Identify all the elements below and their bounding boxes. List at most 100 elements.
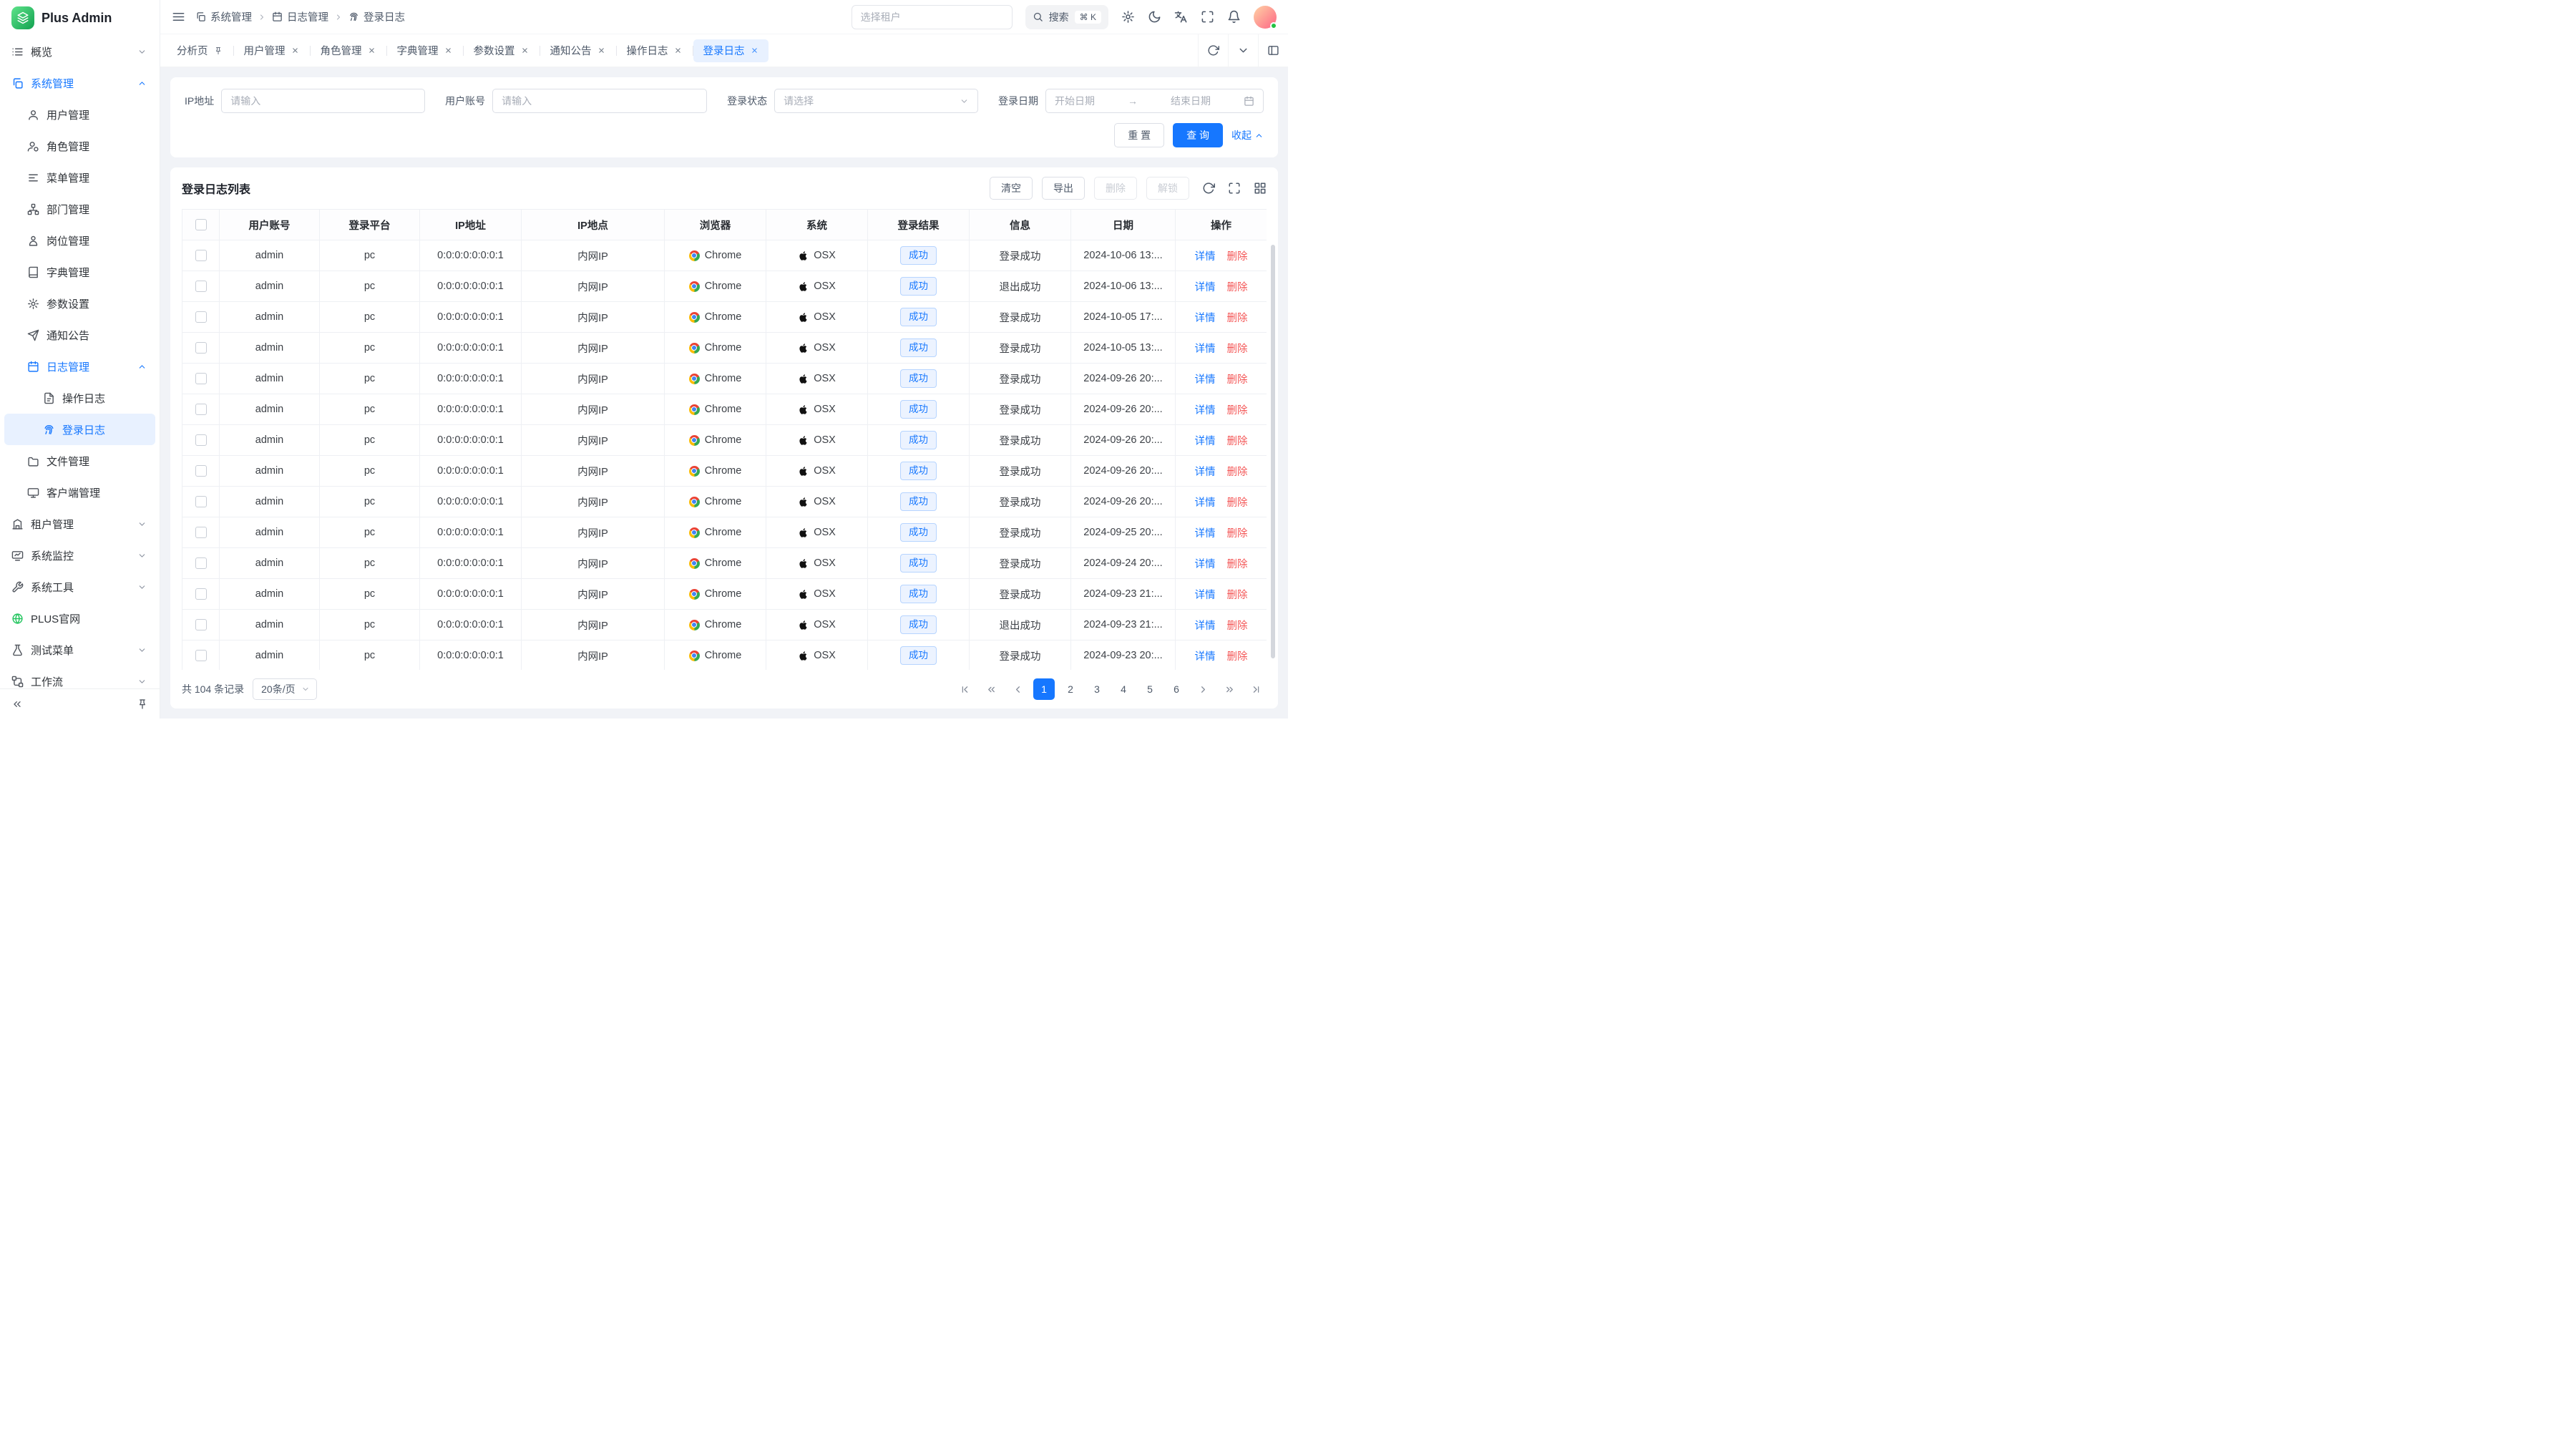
sidebar-item[interactable]: 岗位管理: [4, 225, 155, 256]
sidebar-item[interactable]: PLUS官网: [4, 603, 155, 634]
delete-link[interactable]: 删除: [1227, 528, 1248, 540]
detail-link[interactable]: 详情: [1195, 467, 1216, 478]
tab-item[interactable]: 登录日志: [693, 39, 769, 62]
row-checkbox[interactable]: [195, 527, 207, 538]
sidebar-item[interactable]: 角色管理: [4, 130, 155, 162]
layout-panel-icon[interactable]: [1258, 34, 1288, 67]
delete-link[interactable]: 删除: [1227, 559, 1248, 570]
tab-item[interactable]: 分析页: [167, 39, 233, 62]
sidebar-item[interactable]: 日志管理: [4, 351, 155, 382]
detail-link[interactable]: 详情: [1195, 251, 1216, 263]
next-page-button[interactable]: [1192, 678, 1214, 700]
settings-gear-icon[interactable]: [1121, 10, 1135, 24]
account-input[interactable]: 请输入: [492, 89, 707, 113]
hamburger-menu-icon[interactable]: [172, 10, 185, 24]
row-checkbox[interactable]: [195, 619, 207, 630]
tab-item[interactable]: 用户管理: [234, 39, 309, 62]
row-checkbox[interactable]: [195, 588, 207, 600]
logo[interactable]: Plus Admin: [0, 0, 160, 36]
translate-icon[interactable]: [1174, 10, 1188, 24]
first-page-button[interactable]: [954, 678, 975, 700]
page-button[interactable]: 3: [1086, 678, 1108, 700]
delete-link[interactable]: 删除: [1227, 620, 1248, 632]
collapse-filter-link[interactable]: 收起: [1231, 128, 1264, 142]
table-scrollbar[interactable]: [1271, 245, 1275, 658]
unlock-button[interactable]: 解锁: [1146, 177, 1189, 200]
sidebar-item[interactable]: 文件管理: [4, 445, 155, 477]
close-tab-icon[interactable]: [751, 47, 758, 54]
row-checkbox[interactable]: [195, 557, 207, 569]
tab-menu-chevron-icon[interactable]: [1228, 34, 1258, 67]
pin-sidebar-icon[interactable]: [137, 698, 148, 710]
close-tab-icon[interactable]: [291, 47, 299, 54]
row-checkbox[interactable]: [195, 465, 207, 477]
detail-link[interactable]: 详情: [1195, 344, 1216, 355]
tab-item[interactable]: 参数设置: [464, 39, 539, 62]
ip-input[interactable]: 请输入: [221, 89, 425, 113]
breadcrumb-item[interactable]: 系统管理: [195, 9, 252, 24]
tab-item[interactable]: 操作日志: [617, 39, 692, 62]
sidebar-item[interactable]: 登录日志: [4, 414, 155, 445]
delete-link[interactable]: 删除: [1227, 590, 1248, 601]
reset-button[interactable]: 重 置: [1114, 123, 1164, 147]
global-search-button[interactable]: 搜索 ⌘ K: [1025, 5, 1108, 29]
tab-item[interactable]: 角色管理: [311, 39, 386, 62]
delete-link[interactable]: 删除: [1227, 282, 1248, 293]
row-checkbox[interactable]: [195, 434, 207, 446]
row-checkbox[interactable]: [195, 650, 207, 661]
sidebar-item[interactable]: 部门管理: [4, 193, 155, 225]
next-pages-button[interactable]: [1219, 678, 1240, 700]
column-settings-icon[interactable]: [1254, 182, 1267, 195]
sidebar-item[interactable]: 系统管理: [4, 67, 155, 99]
clear-button[interactable]: 清空: [990, 177, 1033, 200]
row-checkbox[interactable]: [195, 496, 207, 507]
sidebar-item[interactable]: 系统监控: [4, 540, 155, 571]
row-checkbox[interactable]: [195, 373, 207, 384]
page-button[interactable]: 6: [1166, 678, 1187, 700]
page-button[interactable]: 4: [1113, 678, 1134, 700]
sidebar-item[interactable]: 系统工具: [4, 571, 155, 603]
sidebar-item[interactable]: 参数设置: [4, 288, 155, 319]
sidebar-item[interactable]: 客户端管理: [4, 477, 155, 508]
collapse-sidebar-icon[interactable]: [11, 698, 23, 710]
sidebar-item[interactable]: 通知公告: [4, 319, 155, 351]
detail-link[interactable]: 详情: [1195, 313, 1216, 324]
delete-link[interactable]: 删除: [1227, 344, 1248, 355]
detail-link[interactable]: 详情: [1195, 497, 1216, 509]
detail-link[interactable]: 详情: [1195, 528, 1216, 540]
fullscreen-icon[interactable]: [1201, 10, 1214, 24]
tab-item[interactable]: 字典管理: [387, 39, 462, 62]
page-button[interactable]: 1: [1033, 678, 1055, 700]
sidebar-item[interactable]: 概览: [4, 36, 155, 67]
breadcrumb-item[interactable]: 日志管理: [272, 9, 328, 24]
prev-pages-button[interactable]: [980, 678, 1002, 700]
delete-link[interactable]: 删除: [1227, 405, 1248, 417]
detail-link[interactable]: 详情: [1195, 405, 1216, 417]
sidebar-item[interactable]: 租户管理: [4, 508, 155, 540]
tab-item[interactable]: 通知公告: [540, 39, 615, 62]
user-avatar[interactable]: [1254, 6, 1277, 29]
refresh-tabs-icon[interactable]: [1198, 34, 1228, 67]
row-checkbox[interactable]: [195, 404, 207, 415]
close-tab-icon[interactable]: [674, 47, 682, 54]
sidebar-item[interactable]: 工作流: [4, 666, 155, 688]
breadcrumb-item[interactable]: 登录日志: [348, 9, 405, 24]
page-button[interactable]: 5: [1139, 678, 1161, 700]
close-tab-icon[interactable]: [368, 47, 376, 54]
last-page-button[interactable]: [1245, 678, 1267, 700]
export-button[interactable]: 导出: [1042, 177, 1085, 200]
delete-link[interactable]: 删除: [1227, 374, 1248, 386]
refresh-table-icon[interactable]: [1202, 182, 1215, 195]
dark-mode-moon-icon[interactable]: [1148, 10, 1161, 24]
sidebar-item[interactable]: 用户管理: [4, 99, 155, 130]
page-button[interactable]: 2: [1060, 678, 1081, 700]
detail-link[interactable]: 详情: [1195, 590, 1216, 601]
pin-icon[interactable]: [214, 47, 223, 55]
detail-link[interactable]: 详情: [1195, 620, 1216, 632]
query-button[interactable]: 查 询: [1173, 123, 1223, 147]
close-tab-icon[interactable]: [597, 47, 605, 54]
tenant-select[interactable]: 选择租户: [852, 5, 1013, 29]
row-checkbox[interactable]: [195, 250, 207, 261]
sidebar-item[interactable]: 菜单管理: [4, 162, 155, 193]
sidebar-item[interactable]: 测试菜单: [4, 634, 155, 666]
